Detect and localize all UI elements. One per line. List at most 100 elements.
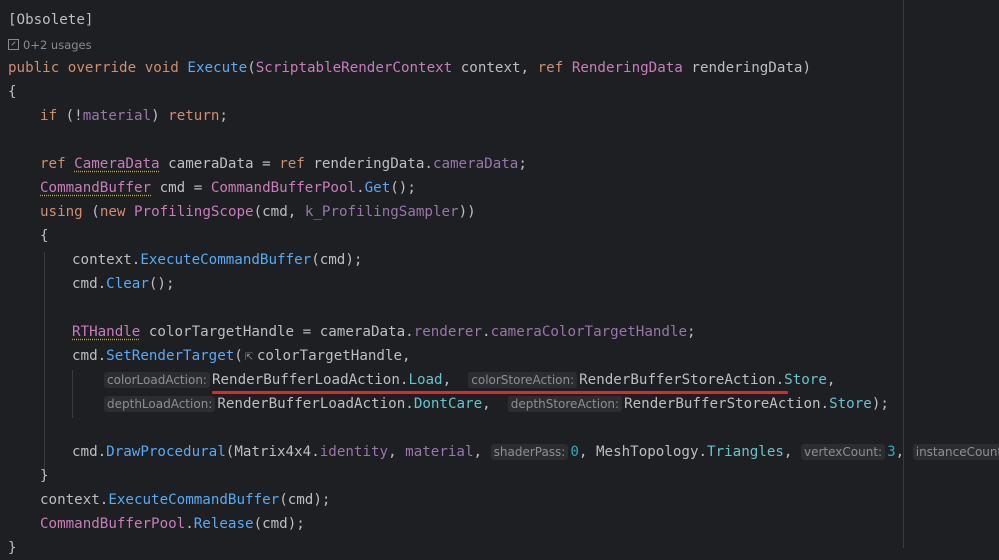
command-buffer-line[interactable]: CommandBuffer cmd = CommandBufferPool.Ge… xyxy=(40,176,416,200)
param-hint-depth-load-action: depthLoadAction: xyxy=(104,396,216,412)
usages-icon xyxy=(8,39,19,50)
code-text: , xyxy=(473,444,491,460)
camera-data-field: cameraData xyxy=(432,156,519,172)
material-field: material xyxy=(82,108,152,124)
code-text: ; xyxy=(518,156,527,172)
camera-color-target-handle-field: cameraColorTargetHandle xyxy=(490,324,688,340)
execute-command-buffer-method: ExecuteCommandBuffer xyxy=(108,492,280,508)
paren: ( xyxy=(247,60,256,76)
render-buffer-load-action-type: RenderBufferLoadAction xyxy=(211,372,400,388)
rthandle-line[interactable]: RTHandle colorTargetHandle = cameraData.… xyxy=(72,320,696,344)
code-text: . xyxy=(356,180,365,196)
rendering-data-param: renderingData) xyxy=(682,60,811,76)
keyword-ref: ref xyxy=(537,60,564,76)
code-text: cmd = xyxy=(151,180,211,196)
inner-brace-open-line[interactable]: { xyxy=(40,224,49,248)
code-text: cmd. xyxy=(72,348,107,364)
command-buffer-pool-type: CommandBufferPool xyxy=(40,516,186,532)
store-enum-value: Store xyxy=(784,372,827,388)
clear-method: Clear xyxy=(106,276,149,292)
code-text: . xyxy=(775,372,785,388)
code-text: (! xyxy=(57,108,83,124)
command-buffer-type: CommandBuffer xyxy=(40,180,152,196)
code-text: renderingData. xyxy=(304,156,433,172)
code-text: (); xyxy=(148,276,175,292)
set-render-target-method: SetRenderTarget xyxy=(106,348,235,364)
implicit-conversion-icon[interactable]: ⇱ xyxy=(245,353,255,363)
using-line[interactable]: using (new ProfilingScope(cmd, k_Profili… xyxy=(40,200,476,224)
if-line[interactable]: if (!material) return; xyxy=(40,104,228,128)
inner-brace-close-line[interactable]: } xyxy=(40,464,49,488)
depth-actions-line[interactable]: depthLoadAction: RenderBufferLoadAction.D… xyxy=(104,392,889,416)
keyword-if: if xyxy=(40,108,58,124)
code-text: . xyxy=(698,444,708,460)
code-text: , xyxy=(482,396,500,412)
code-text: context. xyxy=(40,492,109,508)
shader-pass-value: 0 xyxy=(570,444,579,460)
keyword-ref: ref xyxy=(40,156,66,172)
get-method: Get xyxy=(364,180,391,196)
keyword-public: public xyxy=(8,60,60,76)
code-text: (cmd); xyxy=(311,252,363,268)
code-text: colorTargetHandle = cameraData. xyxy=(140,324,414,340)
code-text: , xyxy=(783,444,802,460)
release-line[interactable]: CommandBufferPool.Release(cmd); xyxy=(40,512,305,536)
code-text: (); xyxy=(390,180,416,196)
code-text: ); xyxy=(871,396,889,412)
attribute-line[interactable]: [Obsolete] xyxy=(8,8,93,32)
usages-hint[interactable]: 0+2 usages xyxy=(8,36,92,54)
brace-open-line[interactable]: { xyxy=(8,80,17,104)
render-buffer-store-action-type: RenderBufferStoreAction xyxy=(624,396,821,412)
material-field: material xyxy=(405,444,474,460)
set-render-target-line[interactable]: cmd.SetRenderTarget(⇱ colorTargetHandle, xyxy=(72,344,411,368)
param-hint-instance-count: instanceCount: xyxy=(912,444,999,460)
execute-command-buffer-line[interactable]: context.ExecuteCommandBuffer(cmd); xyxy=(72,248,362,272)
code-text: ( xyxy=(234,348,243,364)
clear-line[interactable]: cmd.Clear(); xyxy=(72,272,175,296)
draw-procedural-method: DrawProcedural xyxy=(106,444,226,460)
camera-data-type: CameraData xyxy=(74,156,160,172)
color-actions-line[interactable]: colorLoadAction: RenderBufferLoadAction. L… xyxy=(104,368,835,392)
keyword-override: override xyxy=(67,60,137,76)
method-name: Execute xyxy=(187,60,248,76)
code-text: cameraData = xyxy=(159,156,280,172)
keyword-new: new xyxy=(99,204,126,220)
store-enum-value: Store xyxy=(829,396,872,412)
code-text: , xyxy=(578,444,596,460)
code-text: (cmd); xyxy=(253,516,305,532)
code-text: , xyxy=(388,444,406,460)
code-text: , xyxy=(442,372,460,388)
method-signature-line[interactable]: public override void Execute(ScriptableR… xyxy=(8,56,811,80)
code-text: ( xyxy=(82,204,100,220)
code-text: . xyxy=(185,516,194,532)
execute-command-buffer-line-2[interactable]: context.ExecuteCommandBuffer(cmd); xyxy=(40,488,330,512)
code-text: (cmd, xyxy=(253,204,305,220)
code-text: ; xyxy=(687,324,696,340)
execute-command-buffer-method: ExecuteCommandBuffer xyxy=(140,252,312,268)
param-hint-vertex-count: vertexCount: xyxy=(801,444,886,460)
keyword-return: return xyxy=(168,108,220,124)
brace-close-line[interactable]: } xyxy=(8,536,17,560)
context-param: context, xyxy=(452,60,538,76)
render-buffer-store-action-type: RenderBufferStoreAction xyxy=(579,372,776,388)
camera-data-line[interactable]: ref CameraData cameraData = ref renderin… xyxy=(40,152,527,176)
release-method: Release xyxy=(193,516,254,532)
code-text: )) xyxy=(458,204,476,220)
code-text: context. xyxy=(72,252,141,268)
code-text: (cmd); xyxy=(279,492,331,508)
draw-procedural-line[interactable]: cmd.DrawProcedural(Matrix4x4.identity, m… xyxy=(72,440,999,464)
rendering-data-type: RenderingData xyxy=(571,60,683,76)
code-text: . xyxy=(820,396,830,412)
param-hint-color-store-action: colorStoreAction: xyxy=(468,372,578,388)
vertex-count-value: 3 xyxy=(887,444,896,460)
code-text: cmd. xyxy=(72,444,107,460)
context-type: ScriptableRenderContext xyxy=(255,60,453,76)
code-text: ; xyxy=(219,108,228,124)
code-editor[interactable]: [Obsolete] 0+2 usages public override vo… xyxy=(0,0,999,556)
param-hint-shader-pass: shaderPass: xyxy=(490,444,569,460)
code-text: . xyxy=(482,324,491,340)
command-buffer-pool-type: CommandBufferPool xyxy=(210,180,357,196)
code-text: , xyxy=(895,444,913,460)
code-text: ) xyxy=(151,108,169,124)
